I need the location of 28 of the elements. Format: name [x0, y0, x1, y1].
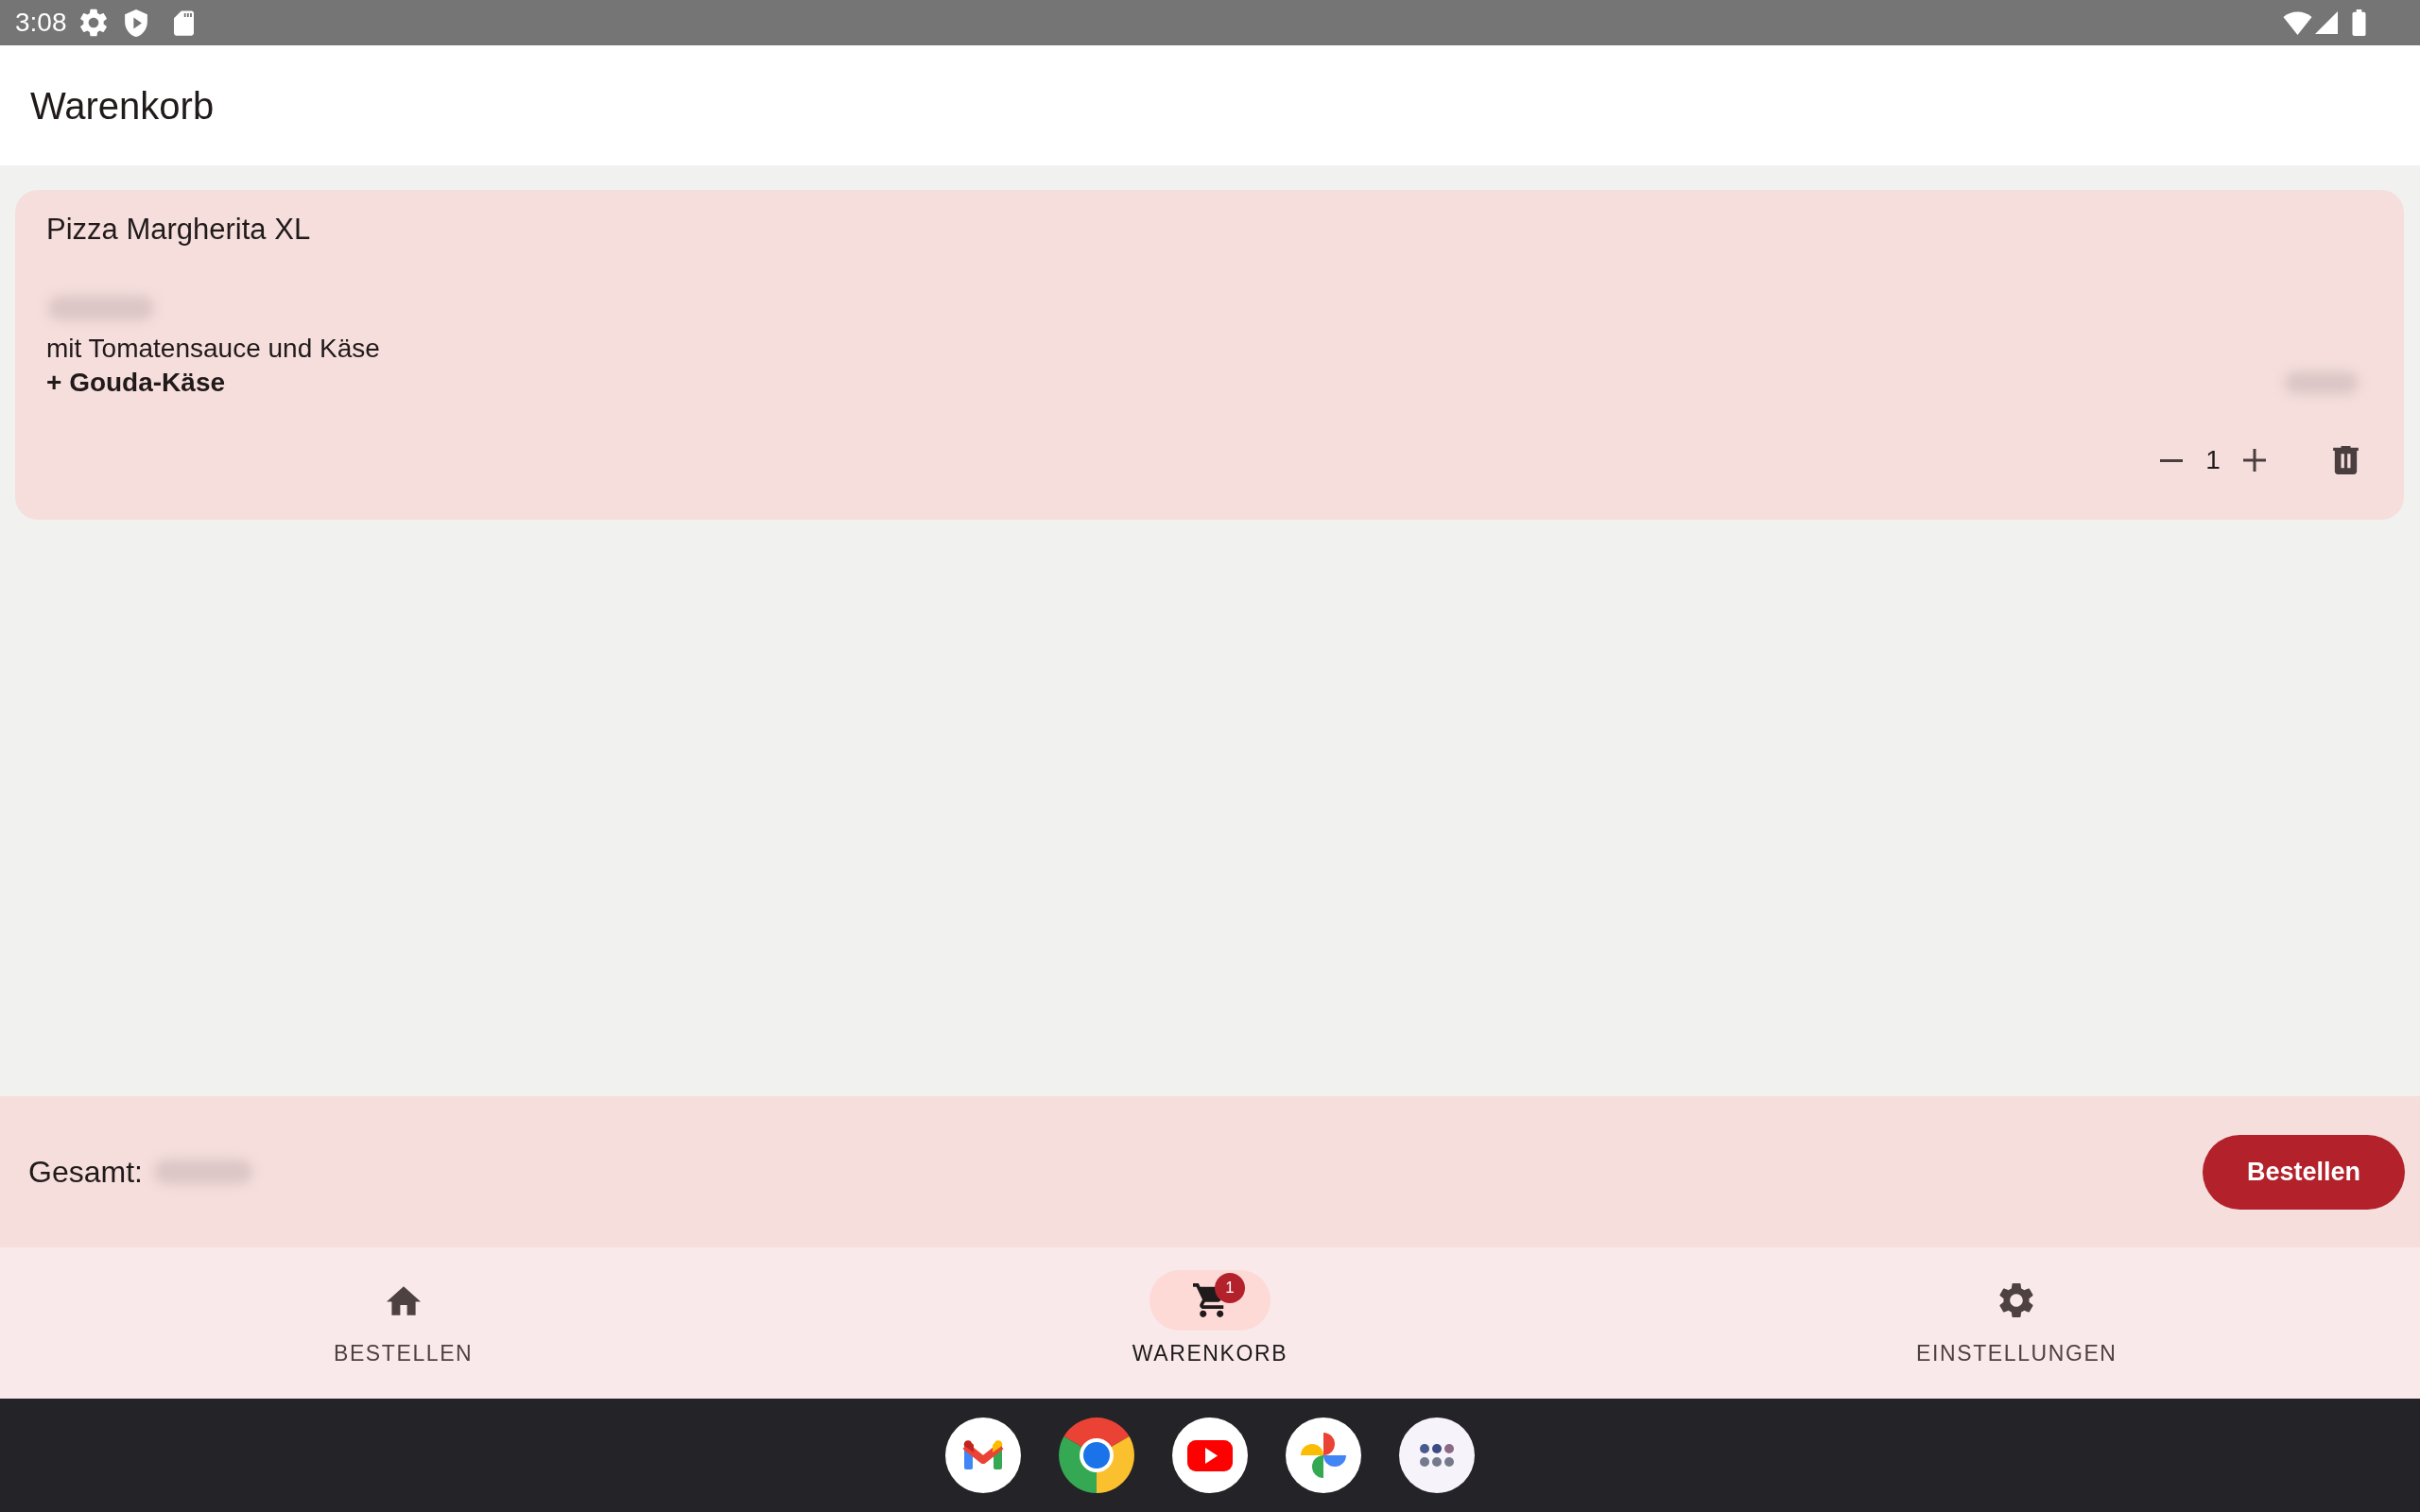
settings-icon: [1999, 1282, 2034, 1318]
nav-tab[interactable]: BESTELLEN: [0, 1247, 807, 1399]
battery-icon: [2352, 9, 2366, 36]
item-name: Pizza Margherita XL: [46, 212, 311, 248]
home-icon: [386, 1285, 421, 1315]
plus-icon: [2243, 449, 2266, 472]
browser-app-icon[interactable]: [1059, 1418, 1134, 1493]
total-label: Gesamt:: [28, 1154, 143, 1191]
video-play-app-icon[interactable]: [1172, 1418, 1248, 1493]
sd-card-icon: [173, 9, 194, 36]
mail-app-icon[interactable]: [945, 1418, 1021, 1493]
minus-icon: [2160, 458, 2183, 462]
item-extra: + Gouda-Käse: [46, 367, 226, 399]
pinwheel-app-icon[interactable]: [1286, 1418, 1361, 1493]
wifi-icon: [2283, 10, 2312, 35]
quantity-value: 1: [2204, 444, 2221, 476]
signal-icon: [2315, 11, 2338, 34]
trash-icon: [2332, 446, 2359, 474]
cart-count-badge: 1: [1215, 1273, 1245, 1303]
status-time: 3:08: [15, 7, 67, 39]
order-button[interactable]: Bestellen: [2203, 1134, 2405, 1210]
nav-tab[interactable]: 1 WARENKORB: [806, 1247, 1614, 1399]
screen-title: Warenkorb: [30, 83, 215, 129]
app-grid-icon[interactable]: [1399, 1418, 1475, 1493]
item-description: mit Tomatensauce und Käse: [46, 333, 380, 365]
shield-play-icon: [124, 9, 147, 37]
settings-icon: [79, 9, 107, 37]
nav-tab[interactable]: EINSTELLUNGEN: [1613, 1247, 2420, 1399]
